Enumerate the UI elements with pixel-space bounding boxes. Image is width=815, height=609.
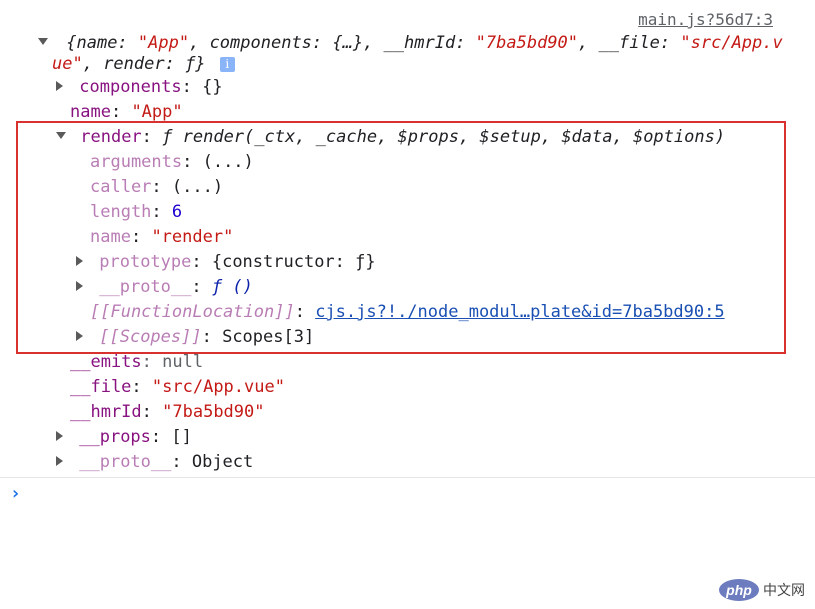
php-logo: php	[719, 579, 759, 601]
tree-row-arguments[interactable]: arguments: (...)	[90, 151, 254, 173]
tree-row-caller[interactable]: caller: (...)	[90, 176, 223, 198]
watermark-text: 中文网	[763, 583, 805, 599]
expand-right-icon[interactable]	[56, 455, 63, 466]
tree-row-object-proto[interactable]: __proto__: Object	[56, 451, 253, 473]
console-separator	[0, 477, 815, 478]
tree-row-name: name: "App"	[70, 102, 183, 122]
expand-right-icon[interactable]	[76, 280, 83, 291]
expand-down-icon[interactable]	[38, 38, 48, 45]
tree-row-emits: __emits: null	[70, 352, 204, 372]
summary-text: {name: "App", components: {…}, __hmrId: …	[66, 33, 783, 53]
object-summary-row[interactable]: {name: "App", components: {…}, __hmrId: …	[38, 32, 783, 54]
expand-down-icon[interactable]	[56, 132, 66, 139]
console-prompt-chevron-icon[interactable]: ›	[10, 483, 21, 504]
tree-row-hmrid: __hmrId: "7ba5bd90"	[70, 402, 265, 422]
tree-row-function-location: [[FunctionLocation]]: cjs.js?!./node_mod…	[90, 302, 725, 322]
expand-right-icon[interactable]	[56, 430, 63, 441]
tree-row-proto[interactable]: __proto__: ƒ ()	[76, 276, 253, 298]
expand-right-icon[interactable]	[76, 255, 83, 266]
info-icon[interactable]: i	[219, 56, 235, 72]
tree-row-render-name: name: "render"	[90, 227, 234, 247]
tree-row-length: length: 6	[90, 202, 183, 222]
expand-right-icon[interactable]	[76, 330, 83, 341]
tree-row-file: __file: "src/App.vue"	[70, 377, 285, 397]
tree-row-render[interactable]: render: ƒ render(_ctx, _cache, $props, $…	[56, 126, 725, 148]
tree-row-components[interactable]: components: {}	[56, 76, 223, 98]
function-location-link[interactable]: cjs.js?!./node_modul…plate&id=7ba5bd90:5	[315, 302, 724, 322]
tree-row-props[interactable]: __props: []	[56, 426, 192, 448]
watermark: php 中文网	[719, 579, 805, 601]
tree-row-prototype[interactable]: prototype: {constructor: ƒ}	[76, 251, 376, 273]
object-summary-row-wrap: ue", render: ƒ} i	[52, 53, 235, 75]
source-link[interactable]: main.js?56d7:3	[638, 10, 773, 29]
expand-right-icon[interactable]	[56, 80, 63, 91]
tree-row-scopes[interactable]: [[Scopes]]: Scopes[3]	[76, 326, 314, 348]
